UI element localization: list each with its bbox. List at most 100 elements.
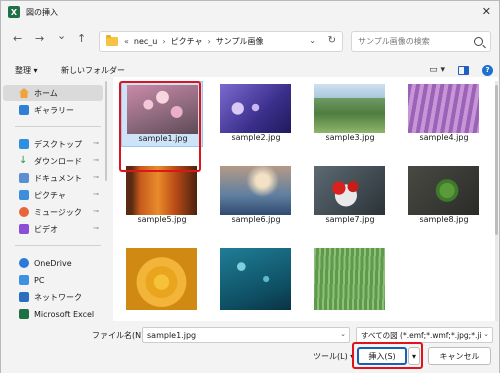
pin-icon[interactable]: ⊸ (93, 224, 99, 232)
search-icon (474, 37, 483, 46)
breadcrumb-item[interactable]: サンプル画像 (216, 36, 264, 47)
sample3-thumbnail (314, 84, 385, 133)
tools-menu-button[interactable]: ツール(L) ▾ (313, 351, 354, 362)
file-name: sample5.jpg (137, 215, 187, 224)
file-list-scrollbar[interactable] (495, 81, 498, 321)
sidebar-item-home[interactable]: ホーム (3, 85, 103, 101)
sidebar-item-documents[interactable]: ドキュメント ⊸ (3, 170, 103, 186)
highlight-sample1 (119, 81, 201, 172)
file-item-9[interactable] (121, 245, 203, 311)
breadcrumb: « nec_u › ピクチャ › サンプル画像 (124, 36, 263, 47)
pin-icon[interactable]: ⊸ (93, 190, 99, 198)
chevron-down-icon[interactable]: ⌄ (309, 36, 316, 45)
breadcrumb-item[interactable]: ピクチャ (171, 36, 203, 47)
desktop-icon (19, 139, 29, 149)
overflow-chevron-icon[interactable]: « (124, 37, 129, 46)
sidebar-item-gallery[interactable]: ギャラリー (3, 102, 103, 118)
sidebar-item-label: ビデオ (34, 224, 58, 234)
sidebar-item-label: ドキュメント (34, 173, 82, 183)
organize-button[interactable]: 整理 ▾ (15, 65, 38, 76)
sample8-thumbnail (408, 166, 479, 215)
navigation-pane: ホーム ギャラリー デスクトップ ⊸ ↓ ダウンロード ⊸ ドキュメント ⊸ ピ… (1, 81, 107, 323)
dialog-title: 図の挿入 (26, 7, 58, 17)
chevron-right-icon: › (162, 37, 166, 46)
sidebar-item-label: ホーム (34, 88, 58, 98)
file-item-sample2[interactable]: sample2.jpg (215, 81, 297, 147)
network-icon (19, 292, 29, 302)
videos-icon (19, 224, 29, 234)
new-folder-button[interactable]: 新しいフォルダー (61, 65, 125, 76)
water-thumbnail (220, 248, 291, 310)
title-bar: X 図の挿入 ✕ (1, 1, 499, 23)
sidebar-scrollbar[interactable] (105, 81, 107, 181)
chevron-right-icon: › (207, 37, 211, 46)
sidebar-item-pc[interactable]: PC (3, 272, 103, 288)
file-item-sample6[interactable]: sample6.jpg (215, 163, 297, 229)
divider (15, 245, 101, 246)
preview-pane-icon[interactable] (458, 66, 469, 75)
sidebar-item-label: ダウンロード (34, 156, 82, 166)
back-button[interactable]: ← (13, 33, 22, 45)
sample5-thumbnail (126, 166, 197, 215)
file-name: sample4.jpg (419, 133, 469, 142)
sidebar-item-downloads[interactable]: ↓ ダウンロード ⊸ (3, 153, 103, 169)
file-name: sample6.jpg (231, 215, 281, 224)
search-input[interactable] (358, 37, 468, 46)
insert-picture-dialog: X 図の挿入 ✕ ← → ⌄ ↑ « nec_u › ピクチャ › サンプル画像… (0, 0, 500, 373)
cancel-button[interactable]: キャンセル (428, 347, 491, 365)
sidebar-item-label: PC (34, 275, 45, 285)
sidebar-item-network[interactable]: ネットワーク (3, 289, 103, 305)
file-name: sample3.jpg (325, 133, 375, 142)
help-icon[interactable]: ? (482, 65, 493, 76)
recent-locations-button[interactable]: ⌄ (57, 30, 66, 42)
up-button[interactable]: ↑ (77, 33, 86, 45)
sidebar-item-label: OneDrive (34, 258, 72, 268)
sidebar-item-label: デスクトップ (34, 139, 82, 149)
pin-icon[interactable]: ⊸ (93, 207, 99, 215)
rose-thumbnail (126, 248, 197, 310)
forward-button[interactable]: → (35, 33, 44, 45)
sidebar-item-onedrive[interactable]: OneDrive (3, 255, 103, 271)
address-bar[interactable]: « nec_u › ピクチャ › サンプル画像 ⌄ ↻ (99, 31, 343, 52)
navigation-bar: ← → ⌄ ↑ « nec_u › ピクチャ › サンプル画像 ⌄ ↻ (1, 27, 499, 55)
sidebar-item-pictures[interactable]: ピクチャ ⊸ (3, 187, 103, 203)
grass-thumbnail (314, 248, 385, 310)
file-item-sample3[interactable]: sample3.jpg (309, 81, 391, 147)
filetype-value: すべての図 (*.emf;*.wmf;*.jpg;*.ji (361, 330, 482, 340)
sidebar-item-videos[interactable]: ビデオ ⊸ (3, 221, 103, 237)
sample2-thumbnail (220, 84, 291, 133)
sidebar-item-microsoft-excel[interactable]: Microsoft Excel (3, 306, 103, 322)
file-item-sample7[interactable]: sample7.jpg (309, 163, 391, 229)
filetype-select[interactable]: すべての図 (*.emf;*.wmf;*.jpg;*.ji ⌄ (356, 327, 493, 343)
file-item-sample4[interactable]: sample4.jpg (403, 81, 485, 147)
view-menu-button[interactable]: ▭ ▾ (429, 65, 445, 75)
sidebar-item-music[interactable]: ミュージック ⊸ (3, 204, 103, 220)
scrollbar-thumb[interactable] (495, 85, 498, 235)
pin-icon[interactable]: ⊸ (93, 139, 99, 147)
pin-icon[interactable]: ⊸ (93, 173, 99, 181)
file-name: sample8.jpg (419, 215, 469, 224)
search-box[interactable] (351, 31, 491, 52)
chevron-down-icon[interactable]: ⌄ (483, 330, 489, 338)
breadcrumb-item[interactable]: nec_u (134, 37, 157, 46)
sidebar-item-label: ギャラリー (34, 105, 74, 115)
sidebar-item-label: ネットワーク (34, 292, 82, 302)
sidebar-item-label: ピクチャ (34, 190, 66, 200)
file-name: sample7.jpg (325, 215, 375, 224)
file-item-sample5[interactable]: sample5.jpg (121, 163, 203, 229)
filename-field[interactable]: sample1.jpg ⌄ (142, 327, 350, 343)
close-icon[interactable]: ✕ (482, 6, 491, 17)
chevron-down-icon[interactable]: ⌄ (340, 330, 346, 338)
pin-icon[interactable]: ⊸ (93, 156, 99, 164)
sample6-thumbnail (220, 166, 291, 215)
folder-icon (106, 35, 118, 46)
file-item-10[interactable] (215, 245, 297, 311)
refresh-button[interactable]: ↻ (328, 35, 336, 46)
sidebar-item-desktop[interactable]: デスクトップ ⊸ (3, 136, 103, 152)
file-item-sample8[interactable]: sample8.jpg (403, 163, 485, 229)
dialog-footer: ファイル名(N): sample1.jpg ⌄ すべての図 (*.emf;*.w… (1, 321, 499, 373)
highlight-insert (352, 342, 423, 369)
filename-label: ファイル名(N): (92, 331, 147, 340)
file-item-11[interactable] (309, 245, 391, 311)
divider (15, 126, 101, 127)
